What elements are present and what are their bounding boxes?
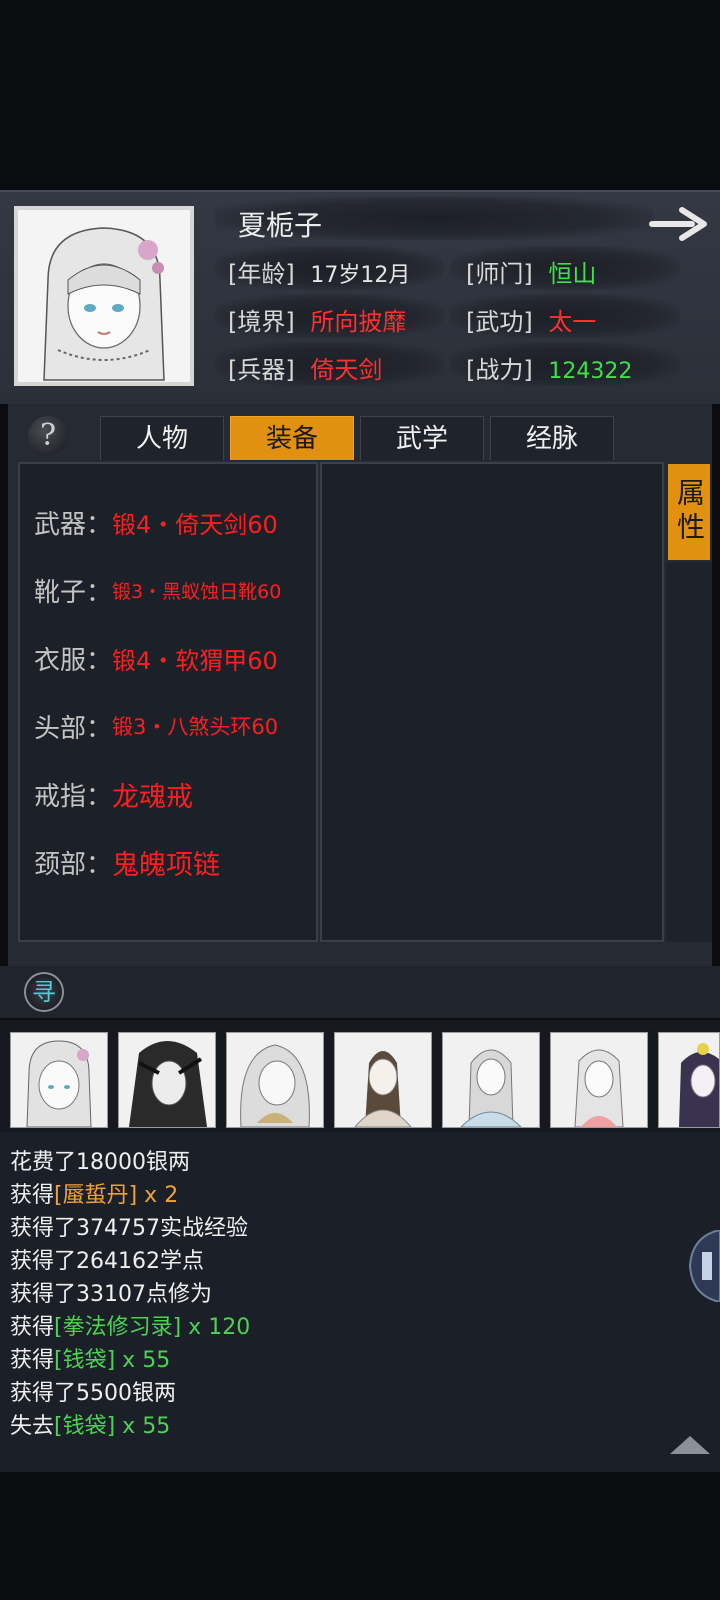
weapon-value: 倚天剑 [310,356,383,384]
companion-portrait[interactable] [10,1032,108,1128]
slot-label: 靴子： [34,577,113,608]
realm-label: [境界] [228,308,295,336]
equip-slot-weapon[interactable]: 武器： 锻4・倚天剑60 [34,502,278,542]
log-text: 获得了264162学点 [10,1249,204,1274]
power-label: [战力] [466,356,533,384]
slot-label: 衣服： [34,645,113,676]
log-item: [蜃蜇丹] [54,1183,138,1208]
slot-item: 鬼魄项链 [112,849,221,881]
log-text: 获得 [10,1315,55,1340]
log-line: 获得[钱袋] x 55 [10,1342,170,1374]
scroll-up-button[interactable] [668,1432,712,1456]
tab-meridians[interactable]: 经脉 [490,416,614,460]
log-text: 获得了5500银两 [10,1381,176,1406]
log-line: 失去[钱袋] x 55 [10,1408,170,1440]
slot-label: 武器： [34,509,113,540]
log-line: 获得了33107点修为 [10,1276,212,1308]
slot-label: 戒指： [34,781,113,812]
companion-illustration [574,1049,624,1127]
tab-character[interactable]: 人物 [100,416,224,460]
log-text: 获得 [10,1348,55,1373]
log-line: 获得[蜃蜇丹] x 2 [10,1177,178,1209]
slot-item: 龙魂戒 [112,781,194,813]
companion-portrait[interactable] [118,1032,216,1128]
skill-row: [武功] 太一 [466,302,596,337]
companion-illustration [26,1040,92,1127]
side-drawer-handle[interactable] [688,1228,720,1304]
log-qty: x 55 [115,1414,171,1439]
equip-slot-neck[interactable]: 颈部： 鬼魄项链 [34,842,220,882]
arrow-right-icon [649,207,707,241]
slot-item: 锻4・倚天剑60 [112,510,278,539]
equip-slot-head[interactable]: 头部： 锻3・八煞头环60 [34,706,278,746]
age-label: [年龄] [228,260,295,288]
sect-row: [师门] 恒山 [466,254,596,289]
slot-item: 锻3・八煞头环60 [112,715,279,739]
log-qty: x 55 [115,1348,171,1373]
log-qty: x 2 [137,1183,179,1208]
log-item: [钱袋] [54,1348,116,1373]
realm-row: [境界] 所向披靡 [228,302,406,337]
slot-label: 头部： [34,713,113,744]
slot-item: 锻3・黑蚁蚀日靴60 [112,580,282,603]
log-item: [钱袋] [54,1414,116,1439]
companion-illustration [354,1051,412,1127]
log-line: 获得[拳法修习录] x 120 [10,1309,250,1341]
slot-label: 颈部： [34,849,113,880]
power-row: [战力] 124322 [466,350,632,385]
companion-portrait[interactable] [442,1032,540,1128]
character-portrait[interactable] [14,206,194,386]
character-name: 夏栀子 [238,209,323,242]
weapon-row: [兵器] 倚天剑 [228,350,382,385]
attributes-button[interactable]: 属性 [668,464,710,560]
skill-value: 太一 [548,308,597,336]
realm-value: 所向披靡 [310,308,407,336]
companion-illustration [460,1049,522,1127]
next-character-button[interactable] [648,202,710,246]
sect-value: 恒山 [548,260,597,288]
drawer-handle-icon [688,1228,720,1304]
equip-slot-ring[interactable]: 戒指： 龙魂戒 [34,774,193,814]
equip-slot-boots[interactable]: 靴子： 锻3・黑蚁蚀日靴60 [34,570,281,610]
age-value: 17岁12月 [310,263,411,288]
help-icon[interactable]: ? [28,416,68,456]
age-row: [年龄] 17岁12月 [228,254,410,289]
log-text: 花费了18000银两 [10,1150,190,1175]
power-value: 124322 [548,359,633,384]
log-line: 获得了5500银两 [10,1375,176,1407]
sect-label: [师门] [466,260,533,288]
search-bar [0,966,720,1018]
companion-illustration [240,1044,310,1127]
log-text: 失去 [10,1414,55,1439]
companion-portrait[interactable] [334,1032,432,1128]
search-icon[interactable]: 寻 [24,972,64,1012]
portrait-illustration [18,210,190,382]
companion-illustration [679,1043,719,1127]
companion-illustration [129,1041,207,1127]
attributes-strip [666,562,712,942]
companion-portrait[interactable] [658,1032,720,1128]
tab-martial-arts[interactable]: 武学 [360,416,484,460]
tab-equipment[interactable]: 装备 [230,416,354,460]
log-line: 获得了264162学点 [10,1243,204,1275]
equipment-detail [320,462,664,942]
log-text: 获得了33107点修为 [10,1282,212,1307]
log-qty: x 120 [181,1315,251,1340]
log-text: 获得了374757实战经验 [10,1216,248,1241]
log-item: [拳法修习录] [54,1315,182,1340]
equip-slot-armor[interactable]: 衣服： 锻4・软猬甲60 [34,638,278,678]
weapon-label: [兵器] [228,356,295,384]
log-line: 花费了18000银两 [10,1144,190,1176]
log-text: 获得 [10,1183,55,1208]
companion-portrait[interactable] [550,1032,648,1128]
scroll-up-icon [670,1436,710,1454]
companion-portrait[interactable] [226,1032,324,1128]
log-line: 获得了374757实战经验 [10,1210,248,1242]
slot-item: 锻4・软猬甲60 [112,646,278,675]
skill-label: [武功] [466,308,533,336]
